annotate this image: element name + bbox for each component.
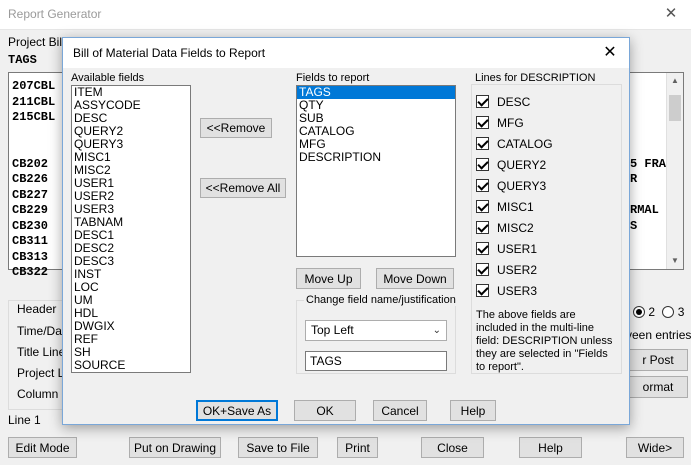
lines-note: The above fields are included in the mul… — [476, 309, 613, 373]
report-text-line: CB311 — [12, 234, 49, 248]
put-on-drawing-button[interactable]: Put on Drawing — [129, 437, 221, 458]
lines-caption: Lines for DESCRIPTION — [473, 72, 598, 84]
remove-button[interactable]: <<Remove — [200, 118, 272, 138]
available-field-item[interactable]: SOURCE — [72, 359, 190, 372]
line-checkbox-label: USER2 — [497, 263, 538, 277]
radio-2-label: 2 — [648, 305, 656, 319]
print-button[interactable]: Print — [337, 437, 378, 458]
line-checkbox[interactable] — [476, 137, 489, 150]
bom-fields-dialog: Bill of Material Data Fields to Report ✕… — [62, 37, 630, 425]
line-checkbox-row[interactable]: DESC — [476, 95, 530, 111]
dialog-close-icon[interactable]: ✕ — [599, 43, 621, 63]
time-date-label: Time/Dat — [17, 324, 66, 338]
wide-button[interactable]: Wide> — [626, 437, 684, 458]
line-checkbox-row[interactable]: USER3 — [476, 284, 537, 300]
line-checkbox-label: QUERY3 — [497, 179, 547, 193]
line-checkbox-label: USER1 — [497, 242, 538, 256]
app-close-icon[interactable]: ✕ — [660, 4, 682, 24]
line-checkbox[interactable] — [476, 200, 489, 213]
post-button[interactable]: r Post — [628, 349, 688, 371]
scroll-up-icon[interactable]: ▲ — [667, 73, 683, 89]
report-text-line: CB229 — [12, 203, 49, 217]
line-checkbox-label: USER3 — [497, 284, 538, 298]
app-title: Report Generator — [8, 7, 102, 21]
line-checkbox[interactable] — [476, 116, 489, 129]
ok-save-as-button[interactable]: OK+Save As — [196, 400, 278, 421]
report-field-item[interactable]: DESCRIPTION — [297, 151, 455, 164]
fields-to-report-caption: Fields to report — [296, 72, 370, 84]
report-scrollbar[interactable]: ▲ ▼ — [666, 73, 683, 269]
justification-select[interactable]: Top Left ⌄ — [305, 320, 447, 341]
change-field-caption: Change field name/justification — [304, 294, 458, 306]
justification-value: Top Left — [311, 323, 354, 337]
report-text-line: 215CBL — [12, 110, 56, 124]
line-checkbox-row[interactable]: MISC1 — [476, 200, 534, 216]
move-down-button[interactable]: Move Down — [376, 268, 454, 289]
available-fields-caption: Available fields — [71, 72, 145, 84]
line-checkbox[interactable] — [476, 242, 489, 255]
report-text-fragment: S — [630, 218, 638, 233]
line-checkbox-label: DESC — [497, 95, 531, 109]
format-button[interactable]: ormat — [628, 376, 688, 398]
report-text-line: CB226 — [12, 172, 49, 186]
column-radio-group: 2 3 — [633, 305, 684, 319]
line-checkbox-row[interactable]: CATALOG — [476, 137, 553, 153]
field-name-input[interactable]: TAGS — [305, 351, 447, 371]
line-checkbox-label: MFG — [497, 116, 524, 130]
report-text-line: 207CBL — [12, 79, 56, 93]
scroll-thumb[interactable] — [669, 95, 681, 121]
title-line-label: Title Line — [17, 345, 66, 359]
ok-button[interactable]: OK — [294, 400, 356, 421]
line-checkbox-row[interactable]: USER1 — [476, 242, 537, 258]
line-checkbox-row[interactable]: QUERY3 — [476, 179, 546, 195]
help-button[interactable]: Help — [519, 437, 582, 458]
line-checkbox[interactable] — [476, 179, 489, 192]
edit-mode-button[interactable]: Edit Mode — [8, 437, 77, 458]
radio-2[interactable] — [633, 306, 645, 318]
tags-label: TAGS — [8, 53, 37, 67]
dialog-help-button[interactable]: Help — [450, 400, 496, 421]
move-up-button[interactable]: Move Up — [296, 268, 361, 289]
change-field-group: Change field name/justification Top Left… — [296, 294, 458, 374]
dialog-title: Bill of Material Data Fields to Report — [73, 46, 266, 60]
remove-all-button[interactable]: <<Remove All — [200, 178, 286, 198]
line-checkbox-row[interactable]: MISC2 — [476, 221, 534, 237]
between-entries-label: veen entries — [626, 328, 691, 342]
line-checkbox[interactable] — [476, 263, 489, 276]
report-text-line: CB313 — [12, 249, 49, 264]
line-checkbox-label: CATALOG — [497, 137, 553, 151]
line-checkbox-row[interactable]: MFG — [476, 116, 524, 132]
save-to-file-button[interactable]: Save to File — [238, 437, 318, 458]
line-checkbox-label: MISC1 — [497, 200, 534, 214]
line-checkbox-row[interactable]: USER2 — [476, 263, 537, 279]
scroll-down-icon[interactable]: ▼ — [667, 253, 683, 269]
radio-3[interactable] — [662, 306, 675, 318]
line-checkbox-label: QUERY2 — [497, 158, 547, 172]
app-title-bar — [0, 0, 691, 30]
cancel-button[interactable]: Cancel — [373, 400, 427, 421]
radio-3-label: 3 — [677, 305, 685, 319]
report-text-line: CB322 — [12, 265, 49, 279]
line-checkbox-label: MISC2 — [497, 221, 534, 235]
report-text-line: CB202 — [12, 156, 49, 171]
available-fields-list[interactable]: ITEM ASSYCODE DESC QUERY2 QUERY3 MISC1 MISC2 US… — [71, 85, 191, 373]
lines-group: DESC MFG CATALOG QUERY2 QUERY3 MISC1 MISC2 USER… — [471, 84, 622, 374]
line-checkbox[interactable] — [476, 221, 489, 234]
chevron-down-icon: ⌄ — [432, 325, 441, 336]
line-checkbox[interactable] — [476, 158, 489, 171]
line-checkbox-row[interactable]: QUERY2 — [476, 158, 546, 174]
report-text-fragment: RMAL — [630, 203, 659, 217]
report-text-line: CB227 — [12, 187, 49, 202]
header-label: Header — [17, 302, 57, 316]
report-text-line: CB230 — [12, 218, 49, 233]
fields-to-report-list[interactable]: TAGS QTY SUB CATALOG MFG DESCRIPTION — [296, 85, 456, 257]
line-checkbox[interactable] — [476, 95, 489, 108]
line-status: Line 1 — [8, 413, 41, 427]
report-text-fragment: 5 FRA — [630, 156, 667, 171]
report-text-line: 211CBL — [12, 94, 56, 109]
close-button[interactable]: Close — [421, 437, 484, 458]
report-text-fragment: R — [630, 172, 638, 186]
line-checkbox[interactable] — [476, 284, 489, 297]
